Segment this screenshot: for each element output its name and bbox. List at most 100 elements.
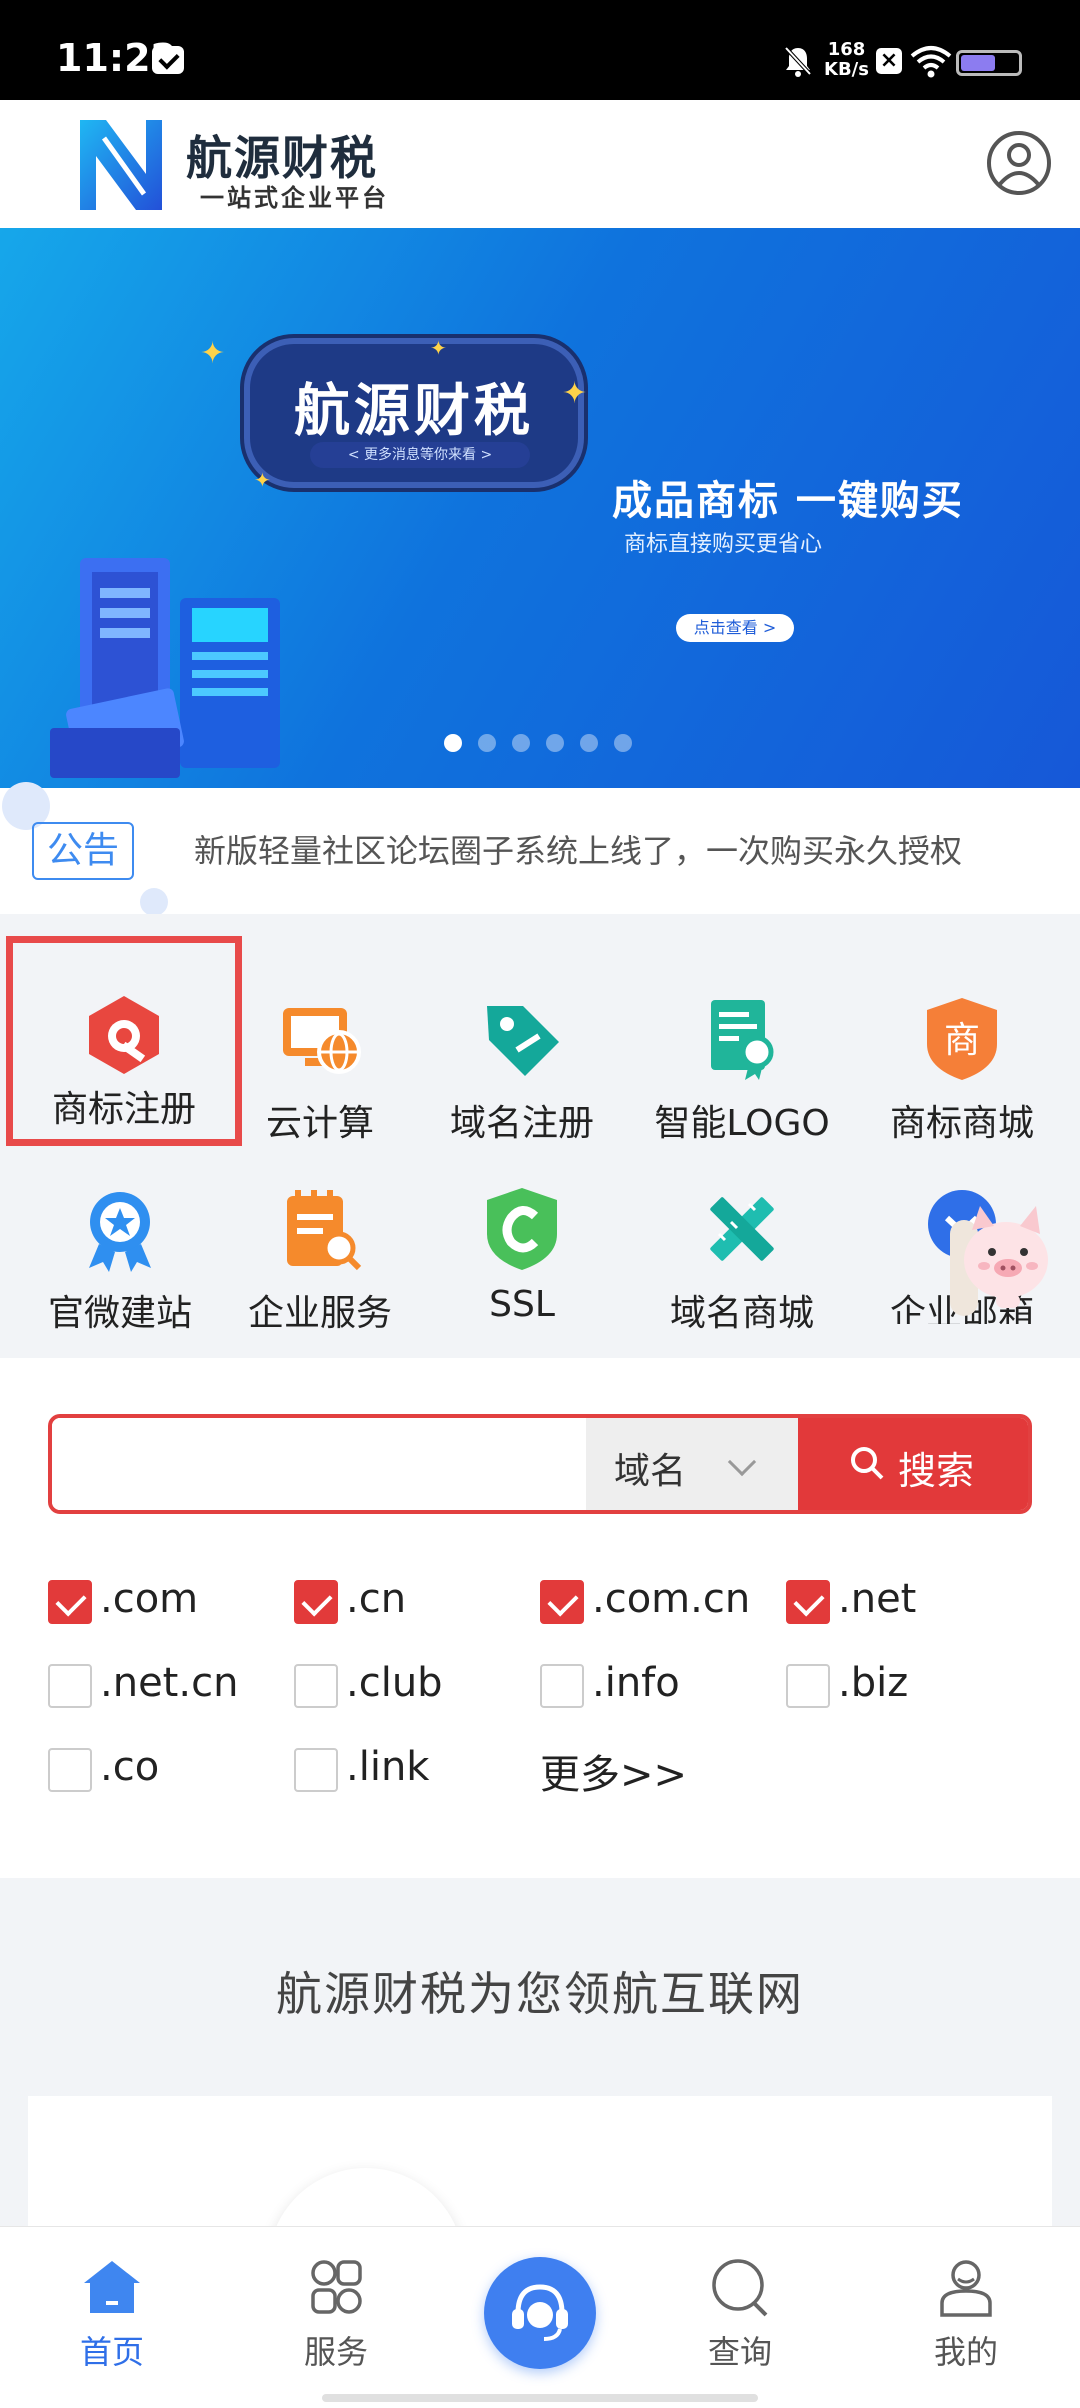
tld-label: .com — [100, 1576, 199, 1622]
domain-search-section: 域名 搜索 .com .cn .com.cn .net .net.cn .clu… — [0, 1358, 1080, 1878]
tld-label: .info — [592, 1660, 680, 1706]
announcement-text[interactable]: 新版轻量社区论坛圈子系统上线了，一次购买永久授权 — [194, 826, 962, 872]
network-speed-unit: KB/s — [824, 59, 869, 80]
tld-label: .net.cn — [100, 1660, 239, 1706]
service-smart-logo[interactable]: 智能LOGO — [632, 944, 852, 1144]
search-icon — [712, 2259, 768, 2317]
nav-label: 首页 — [79, 2333, 144, 2371]
announcement-tag: 公告 — [32, 822, 134, 880]
sparkle-icon: ✦ — [562, 376, 588, 411]
more-tlds-link[interactable]: 更多>> — [540, 1742, 687, 1800]
tld-label: .link — [346, 1744, 430, 1790]
checkbox[interactable] — [540, 1580, 584, 1624]
banner-headline: 成品商标 一键购买 — [612, 478, 964, 524]
status-bar: 11:22 168 KB/s × — [0, 0, 1080, 100]
service-ssl[interactable]: SSL — [412, 1134, 632, 1325]
search-button-label: 搜索 — [898, 1449, 975, 1493]
nav-query[interactable]: 查询 — [660, 2257, 820, 2377]
domain-mall-icon — [710, 1197, 774, 1261]
intro-heading: 航源财税为您领航互联网 — [276, 1967, 804, 2021]
checkbox[interactable] — [786, 1580, 830, 1624]
tld-label: .co — [100, 1744, 160, 1790]
search-button[interactable]: 搜索 — [798, 1418, 1028, 1510]
bell-muted-icon — [784, 46, 812, 77]
checkbox[interactable] — [294, 1580, 338, 1624]
server-illustration — [50, 558, 280, 778]
app-header: 航源财税 一站式企业平台 — [0, 100, 1080, 228]
customer-service-button[interactable] — [484, 2257, 596, 2369]
message-notification-icon — [152, 46, 184, 74]
user-account-icon[interactable] — [986, 130, 1052, 196]
nav-home[interactable]: 首页 — [32, 2257, 192, 2377]
service-trademark-mall[interactable]: 商 商标商城 — [852, 944, 1072, 1144]
checkbox[interactable] — [48, 1580, 92, 1624]
carousel-dot[interactable] — [546, 734, 564, 752]
tld-label: .cn — [346, 1576, 407, 1622]
carousel-indicator — [444, 734, 632, 752]
brand-logo-icon[interactable] — [74, 116, 168, 214]
enterprise-service-icon — [287, 1190, 362, 1271]
service-label: 域名商城 — [669, 1293, 814, 1334]
carousel-dot[interactable] — [512, 734, 530, 752]
domain-register-icon — [487, 1006, 559, 1076]
banner-plaque: 航源财税 < 更多消息等你来看 > — [244, 338, 584, 488]
announcement-bar[interactable]: 公告 新版轻量社区论坛圈子系统上线了，一次购买永久授权 — [0, 782, 1080, 916]
network-speed: 168 KB/s — [824, 40, 869, 80]
tld-label: .biz — [838, 1660, 909, 1706]
service-label: 商标注册 — [51, 1089, 196, 1130]
tld-label: .com.cn — [592, 1576, 751, 1622]
search-icon — [851, 1447, 884, 1480]
service-label: SSL — [489, 1284, 555, 1325]
nav-label: 服务 — [303, 2333, 368, 2371]
checkbox[interactable] — [786, 1664, 830, 1708]
service-domain-mall[interactable]: 域名商城 — [632, 1134, 852, 1334]
ssl-icon — [487, 1188, 557, 1270]
website-build-icon — [89, 1192, 151, 1272]
banner-subline: 商标直接购买更省心 — [624, 532, 823, 557]
sparkle-icon: ✦ — [254, 468, 271, 492]
tld-label: .club — [346, 1660, 443, 1706]
home-icon — [84, 2261, 140, 2313]
brand-tagline: 一站式企业平台 — [200, 184, 389, 212]
checkbox[interactable] — [294, 1748, 338, 1792]
sparkle-icon: ✦ — [430, 336, 447, 360]
promo-banner[interactable]: 航源财税 < 更多消息等你来看 > ✦ ✦ ✦ ✦ 成品商标 一键购买 商标直接… — [0, 228, 1080, 788]
checkbox[interactable] — [48, 1664, 92, 1708]
search-type-select[interactable]: 域名 — [586, 1418, 798, 1510]
floating-pig-sticker-icon[interactable] — [936, 1200, 1056, 1320]
service-grid: 商标注册 云计算 域名注册 智能LOGO 商 商标商城 官微建站 企业服务 SS… — [0, 914, 1080, 1358]
domain-search-input[interactable] — [52, 1418, 586, 1510]
apps-icon — [311, 2260, 362, 2314]
network-speed-value: 168 — [827, 39, 866, 60]
checkbox[interactable] — [540, 1664, 584, 1708]
checkbox[interactable] — [48, 1748, 92, 1792]
service-cloud-computing[interactable]: 云计算 — [210, 944, 430, 1144]
wifi-icon — [910, 46, 952, 78]
chevron-down-icon — [727, 1447, 757, 1477]
banner-plaque-title: 航源财税 — [294, 379, 534, 444]
carousel-dot[interactable] — [614, 734, 632, 752]
home-indicator[interactable] — [322, 2394, 758, 2402]
service-trademark-register[interactable]: 商标注册 — [6, 936, 242, 1146]
service-website-build[interactable]: 官微建站 — [10, 1134, 230, 1334]
service-label: 企业服务 — [247, 1293, 392, 1334]
service-domain-register[interactable]: 域名注册 — [412, 944, 632, 1144]
carousel-dot[interactable] — [478, 734, 496, 752]
banner-cta-button[interactable]: 点击查看 > — [676, 614, 794, 642]
service-enterprise[interactable]: 企业服务 — [210, 1134, 430, 1334]
service-label: 官微建站 — [47, 1293, 192, 1334]
carousel-dot[interactable] — [444, 734, 462, 752]
nav-mine[interactable]: 我的 — [886, 2257, 1046, 2377]
carousel-dot[interactable] — [580, 734, 598, 752]
decorative-bubble — [140, 888, 168, 916]
checkbox[interactable] — [294, 1664, 338, 1708]
search-type-value: 域名 — [614, 1451, 687, 1492]
domain-search-bar: 域名 搜索 — [48, 1414, 1032, 1514]
intro-section: 航源财税为您领航互联网 — [0, 1878, 1080, 2364]
nav-services[interactable]: 服务 — [256, 2257, 416, 2377]
tld-label: .net — [838, 1576, 917, 1622]
sim-x-icon: × — [876, 48, 902, 74]
customer-service-icon — [512, 2284, 568, 2341]
banner-plaque-subtitle: < 更多消息等你来看 > — [310, 442, 530, 468]
sparkle-icon: ✦ — [200, 336, 226, 371]
